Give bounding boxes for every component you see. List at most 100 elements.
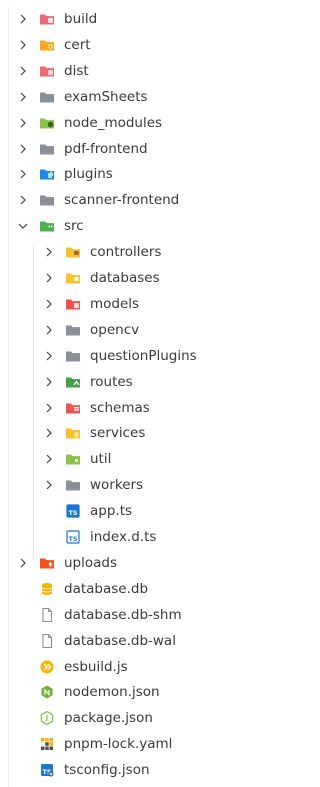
chevron-right-icon[interactable] [17, 38, 29, 52]
item-label: pnpm-lock.yaml [64, 736, 173, 753]
explorer-panel: build cert dist examSheets node_modules pdf-f… [8, 6, 297, 787]
chevron-right-icon[interactable] [43, 271, 55, 285]
folder-icon [65, 296, 81, 312]
folder-icon [65, 348, 81, 364]
item-label: pdf-frontend [64, 140, 148, 157]
file-item-index-d-ts[interactable]: TS index.d.ts [9, 524, 297, 550]
folder-item-workers[interactable]: workers [9, 472, 297, 498]
item-label: database.db-shm [64, 606, 182, 623]
folder-icon [39, 141, 55, 157]
folder-item-scanner-frontend[interactable]: scanner-frontend [9, 187, 297, 213]
folder-icon [39, 555, 55, 571]
chevron-right-icon[interactable] [17, 116, 29, 130]
file-item-pnpm-lock-yaml[interactable]: pnpm-lock.yaml [9, 731, 297, 757]
item-label: controllers [90, 244, 162, 261]
item-label: package.json [64, 710, 153, 727]
file-item-nodemon-json[interactable]: nodemon.json [9, 679, 297, 705]
file-item-database-db-shm[interactable]: database.db-shm [9, 602, 297, 628]
folder-item-services[interactable]: services [9, 420, 297, 446]
folder-item-opencv[interactable]: opencv [9, 317, 297, 343]
folder-item-util[interactable]: util [9, 446, 297, 472]
pnpm-file-icon [39, 736, 55, 752]
item-label: util [90, 451, 112, 468]
folder-item-examsheets[interactable]: examSheets [9, 84, 297, 110]
file-item-database-db-wal[interactable]: database.db-wal [9, 628, 297, 654]
file-item-package-json[interactable]: package.json [9, 705, 297, 731]
folder-icon [65, 322, 81, 338]
chevron-right-icon[interactable] [17, 193, 29, 207]
folder-item-controllers[interactable]: controllers [9, 239, 297, 265]
esbuild-file-icon [39, 659, 55, 675]
chevron-right-icon[interactable] [17, 142, 29, 156]
item-label: workers [90, 477, 144, 494]
package-file-icon [39, 710, 55, 726]
chevron-right-icon[interactable] [17, 12, 29, 26]
item-label: plugins [64, 166, 113, 183]
item-label: build [64, 11, 98, 27]
chevron-right-icon[interactable] [17, 167, 29, 181]
folder-item-models[interactable]: models [9, 291, 297, 317]
folder-item-questionplugins[interactable]: questionPlugins [9, 343, 297, 369]
folder-item-pdf-frontend[interactable]: pdf-frontend [9, 136, 297, 162]
item-label: services [90, 425, 146, 442]
folder-item-cert[interactable]: cert [9, 32, 297, 58]
folder-icon [39, 166, 55, 182]
item-label: esbuild.js [64, 658, 128, 675]
folder-item-src[interactable]: src [9, 213, 297, 239]
chevron-right-icon[interactable] [43, 375, 55, 389]
item-label: index.d.ts [90, 529, 157, 545]
item-label: examSheets [64, 88, 148, 105]
item-label: src [64, 218, 84, 235]
chevron-right-icon[interactable] [43, 323, 55, 337]
item-label: tsconfig.json [64, 762, 150, 779]
chevron-right-icon[interactable] [17, 90, 29, 104]
folder-icon [39, 63, 55, 79]
item-label: dist [64, 62, 89, 79]
item-label: databases [90, 270, 160, 286]
chevron-right-icon[interactable] [43, 245, 55, 259]
item-label: uploads [64, 554, 118, 571]
item-label: questionPlugins [90, 347, 197, 364]
chevron-right-icon[interactable] [43, 478, 55, 492]
file-item-tsconfig-json[interactable]: TS tsconfig.json [9, 757, 297, 783]
folder-icon [65, 244, 81, 260]
folder-item-build[interactable]: build [9, 6, 297, 32]
folder-icon [39, 192, 55, 208]
doc-file-icon [39, 633, 55, 649]
chevron-right-icon[interactable] [43, 401, 55, 415]
chevron-right-icon[interactable] [43, 297, 55, 311]
nodemon-file-icon [39, 684, 55, 700]
file-item-app-ts[interactable]: TS app.ts [9, 498, 297, 524]
dts-file-icon: TS [65, 529, 81, 545]
folder-icon [65, 374, 81, 390]
folder-item-plugins[interactable]: plugins [9, 161, 297, 187]
folder-icon [65, 270, 81, 286]
folder-icon [65, 400, 81, 416]
db-file-icon [39, 581, 55, 597]
item-label: opencv [90, 321, 140, 338]
chevron-right-icon[interactable] [17, 556, 29, 570]
file-item-database-db[interactable]: database.db [9, 576, 297, 602]
chevron-down-icon[interactable] [17, 219, 29, 233]
item-label: database.db-wal [64, 632, 176, 649]
file-item-esbuild-js[interactable]: esbuild.js [9, 654, 297, 680]
folder-item-uploads[interactable]: uploads [9, 550, 297, 576]
folder-icon [65, 425, 81, 441]
folder-item-databases[interactable]: databases [9, 265, 297, 291]
file-explorer-tree: build cert dist examSheets node_modules pdf-f… [0, 0, 304, 787]
item-label: schemas [90, 399, 150, 416]
ts-icon-text: TS [68, 509, 77, 517]
chevron-right-icon[interactable] [17, 64, 29, 78]
chevron-right-icon[interactable] [43, 349, 55, 363]
folder-item-routes[interactable]: routes [9, 369, 297, 395]
folder-icon [39, 89, 55, 105]
chevron-right-icon[interactable] [43, 426, 55, 440]
folder-item-node-modules[interactable]: node_modules [9, 110, 297, 136]
item-label: cert [64, 36, 91, 53]
doc-file-icon [39, 607, 55, 623]
folder-icon [39, 115, 55, 131]
folder-item-dist[interactable]: dist [9, 58, 297, 84]
folder-item-schemas[interactable]: schemas [9, 395, 297, 421]
chevron-right-icon[interactable] [43, 452, 55, 466]
folder-icon [39, 11, 55, 27]
